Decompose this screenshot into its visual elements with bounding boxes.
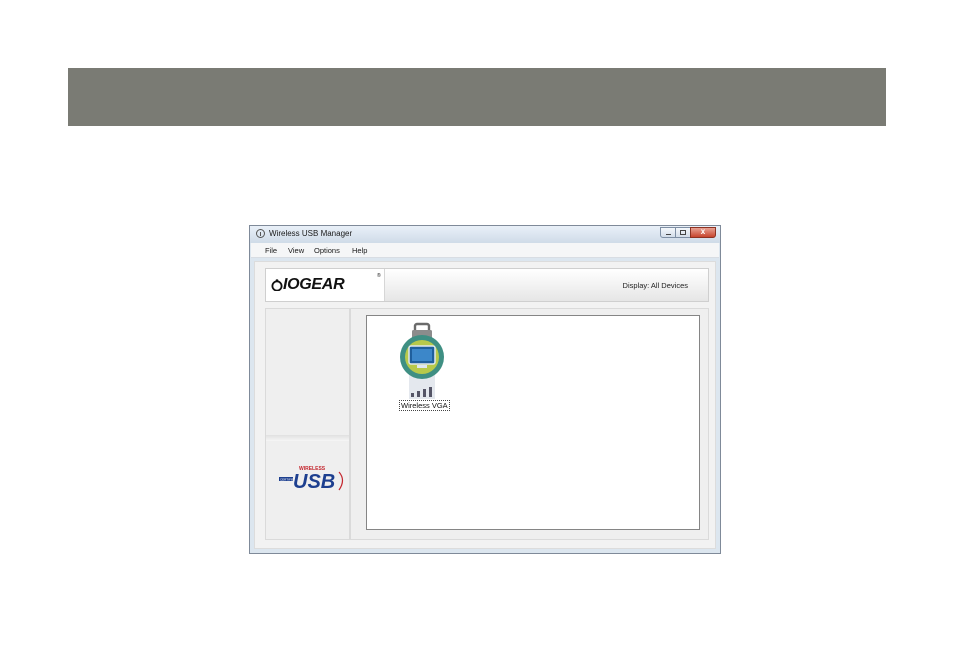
iogear-logo: IOGEAR ® — [266, 269, 385, 301]
close-button[interactable]: x — [690, 227, 716, 238]
device-wireless-vga[interactable]: Wireless VGA — [398, 319, 450, 411]
app-icon — [256, 229, 265, 238]
window-title: Wireless USB Manager — [269, 229, 353, 238]
menu-view[interactable]: View — [288, 246, 304, 255]
menu-bar: File View Options Help — [251, 243, 719, 258]
menu-file[interactable]: File — [265, 246, 277, 255]
close-icon: x — [700, 227, 706, 236]
wireless-usb-manager-window: Wireless USB Manager x File View Options… — [249, 225, 721, 554]
wireless-vga-monitor-icon — [400, 322, 444, 399]
maximize-icon — [680, 230, 686, 235]
brand-registered-mark: ® — [377, 273, 381, 279]
menu-help[interactable]: Help — [352, 246, 367, 255]
minimize-button[interactable] — [660, 227, 676, 238]
certified-wireless-usb-logo: CERTIFIED WIRELESS USB — [279, 466, 344, 493]
title-bar[interactable]: Wireless USB Manager x — [250, 226, 720, 243]
maximize-button[interactable] — [675, 227, 691, 238]
sidebar-separator — [266, 435, 349, 441]
minimize-icon — [666, 234, 671, 235]
window-controls: x — [660, 227, 716, 240]
page-header-bar — [68, 68, 886, 126]
device-label: Wireless VGA — [399, 400, 450, 411]
brand-name: IOGEAR — [283, 276, 345, 293]
iogear-mark-icon — [271, 279, 283, 291]
logo-main-text: USB — [293, 471, 335, 493]
menu-options[interactable]: Options — [314, 246, 340, 255]
banner: IOGEAR ® Display: All Devices — [265, 268, 709, 302]
sidebar: CERTIFIED WIRELESS USB — [265, 308, 350, 540]
display-filter[interactable]: Display: All Devices — [623, 281, 688, 290]
client-area: IOGEAR ® Display: All Devices CERTIFIED … — [254, 261, 716, 549]
device-list[interactable]: Wireless VGA — [366, 315, 700, 530]
